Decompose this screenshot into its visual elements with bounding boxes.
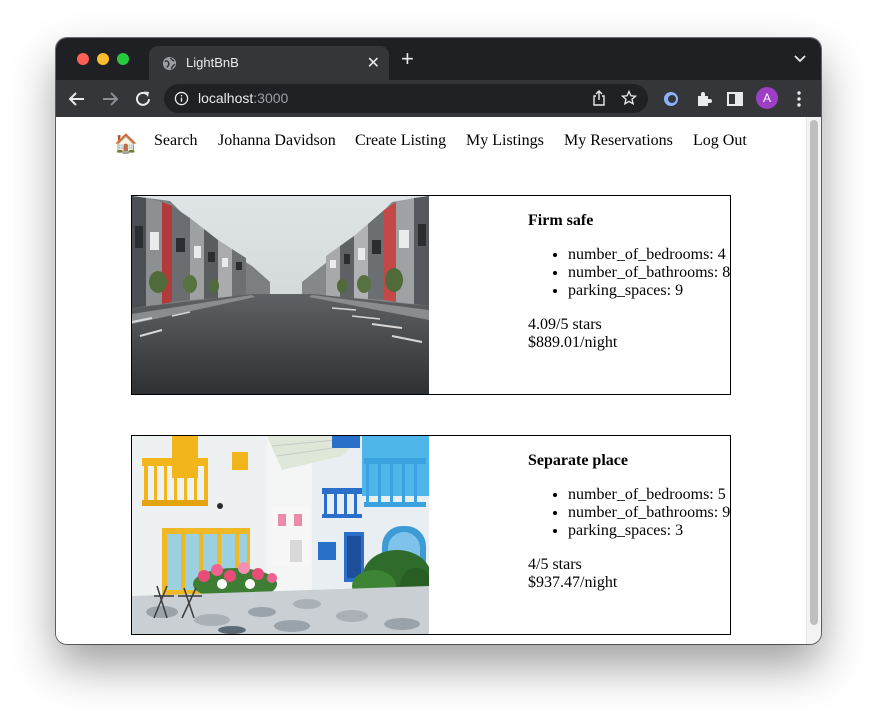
side-panel-icon[interactable] [725, 89, 745, 109]
nav-search-link[interactable]: Search [154, 132, 198, 150]
nav-user-name-link[interactable]: Johanna Davidson [218, 132, 336, 150]
listing-title: Separate place [528, 452, 628, 469]
back-arrow-icon[interactable] [67, 89, 87, 109]
tab-lightbnb[interactable]: LightBnB ✕ [149, 46, 389, 80]
forward-arrow-icon[interactable] [100, 89, 120, 109]
extension-ring-icon[interactable] [661, 89, 681, 109]
listing-photo [132, 196, 429, 394]
listing-rating: 4/5 stars [528, 556, 582, 573]
parking-item: parking_spaces: 9 [568, 282, 730, 300]
nav-create-listing-link[interactable]: Create Listing [355, 132, 446, 150]
listing-rating: 4.09/5 stars [528, 316, 602, 333]
browser-toolbar: localhost:3000 A [56, 80, 821, 117]
listing-photo [132, 436, 429, 634]
listing-price: $937.47/night [528, 574, 618, 591]
tab-title: LightBnB [186, 55, 239, 70]
close-window-button[interactable] [77, 53, 89, 65]
site-info-icon[interactable] [174, 91, 189, 106]
listing-card[interactable]: Separate place number_of_bedrooms: 5 num… [131, 435, 731, 635]
bedrooms-item: number_of_bedrooms: 4 [568, 246, 730, 264]
nav-my-reservations-link[interactable]: My Reservations [564, 132, 673, 150]
new-tab-button[interactable]: + [401, 48, 414, 70]
listing-title: Firm safe [528, 212, 594, 229]
bathrooms-item: number_of_bathrooms: 8 [568, 264, 730, 282]
listing-details: Firm safe number_of_bedrooms: 4 number_o… [528, 212, 730, 352]
browser-window: LightBnB ✕ + localhost:3000 A 🏠 Search J… [56, 38, 821, 644]
address-bar[interactable]: localhost:3000 [164, 84, 648, 113]
listing-feature-list: number_of_bedrooms: 4 number_of_bathroom… [528, 246, 730, 300]
minimize-window-button[interactable] [97, 53, 109, 65]
parking-item: parking_spaces: 3 [568, 522, 730, 540]
listing-price: $889.01/night [528, 334, 618, 351]
reload-icon[interactable] [133, 89, 153, 109]
bookmark-star-icon[interactable] [621, 90, 637, 106]
bathrooms-item: number_of_bathrooms: 9 [568, 504, 730, 522]
share-icon[interactable] [591, 90, 607, 106]
tab-search-chevron-icon[interactable] [793, 52, 807, 66]
page-viewport: 🏠 Search Johanna Davidson Create Listing… [56, 117, 806, 644]
extensions-puzzle-icon[interactable] [694, 89, 714, 109]
nav-my-listings-link[interactable]: My Listings [466, 132, 544, 150]
close-tab-icon[interactable]: ✕ [367, 53, 380, 73]
listing-card[interactable]: Firm safe number_of_bedrooms: 4 number_o… [131, 195, 731, 395]
nav-log-out-link[interactable]: Log Out [693, 132, 747, 150]
listing-details: Separate place number_of_bedrooms: 5 num… [528, 452, 730, 592]
profile-avatar[interactable]: A [756, 87, 778, 109]
url-text: localhost:3000 [198, 90, 289, 106]
globe-icon [162, 56, 177, 71]
page-scrollbar[interactable] [806, 117, 821, 644]
tab-strip: LightBnB ✕ + [56, 38, 821, 80]
url-port: :3000 [253, 90, 289, 106]
scrollbar-thumb[interactable] [810, 120, 818, 625]
bedrooms-item: number_of_bedrooms: 5 [568, 486, 730, 504]
listing-feature-list: number_of_bedrooms: 5 number_of_bathroom… [528, 486, 730, 540]
home-icon[interactable]: 🏠 [114, 134, 138, 156]
maximize-window-button[interactable] [117, 53, 129, 65]
more-menu-icon[interactable] [789, 89, 809, 109]
